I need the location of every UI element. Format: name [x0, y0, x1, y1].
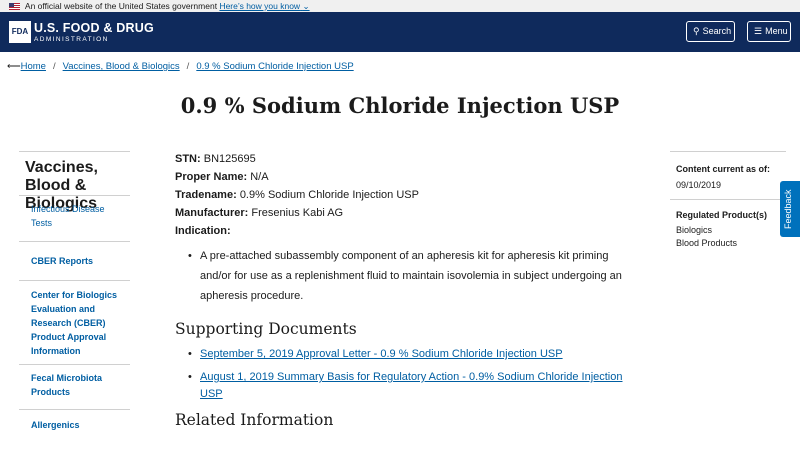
nav-item-cber-approval-info[interactable]: Center for Biologics Evaluation and Rese…	[19, 280, 130, 364]
related-information-heading: Related Information	[175, 411, 334, 429]
chevron-down-icon: ⌄	[302, 1, 310, 11]
summary-basis-link[interactable]: August 1, 2019 Summary Basis for Regulat…	[200, 371, 623, 400]
nav-item-infectious-disease-tests[interactable]: Infectious Disease Tests	[19, 195, 130, 241]
stn-value: BN125695	[203, 153, 256, 165]
breadcrumb-current[interactable]: 0.9 % Sodium Chloride Injection USP	[196, 61, 353, 72]
proper-name-field: Proper Name: N/A	[175, 168, 635, 186]
hamburger-icon: ☰	[754, 26, 763, 36]
us-flag-icon	[9, 3, 20, 10]
list-item: September 5, 2019 Approval Letter - 0.9 …	[188, 346, 635, 363]
back-arrow-icon: ⟵	[7, 61, 21, 72]
menu-button-label: Menu	[765, 26, 788, 36]
indication-list: A pre-attached subassembly component of …	[188, 246, 635, 306]
fda-logo[interactable]: FDA	[9, 21, 31, 43]
supporting-documents-list: September 5, 2019 Approval Letter - 0.9 …	[188, 346, 635, 403]
tradename-label: Tradename:	[175, 189, 237, 201]
proper-name-value: N/A	[250, 171, 269, 183]
search-icon: ⚲	[693, 26, 700, 36]
content-info-panel: Content current as of: 09/10/2019 Regula…	[670, 151, 786, 250]
stn-field: STN: BN125695	[175, 150, 635, 168]
list-item: August 1, 2019 Summary Basis for Regulat…	[188, 369, 635, 403]
nav-item-allergenics[interactable]: Allergenics	[19, 409, 130, 439]
site-subtitle[interactable]: ADMINISTRATION	[34, 36, 109, 43]
breadcrumb-separator: /	[52, 61, 56, 72]
main-content: STN: BN125695 Proper Name: N/A Tradename…	[175, 150, 635, 429]
gov-banner-text: An official website of the United States…	[24, 1, 218, 11]
site-header: FDA U.S. FOOD & DRUG ADMINISTRATION ⚲ Sea…	[0, 12, 800, 52]
breadcrumb-separator: /	[186, 61, 190, 72]
nav-item-fecal-microbiota[interactable]: Fecal Microbiota Products	[19, 364, 130, 409]
breadcrumb: ⟵Home / Vaccines, Blood & Biologics / 0.9 % …	[7, 61, 354, 72]
content-date: 09/10/2019	[670, 178, 786, 200]
breadcrumb-home[interactable]: Home	[21, 61, 46, 72]
indication-label: Indication:	[175, 225, 231, 237]
breadcrumb-vaccines[interactable]: Vaccines, Blood & Biologics	[63, 61, 180, 72]
supporting-documents-heading: Supporting Documents	[175, 320, 357, 338]
indication-field: Indication:	[175, 222, 635, 240]
section-nav: Vaccines, Blood & Biologics Infectious D…	[19, 151, 130, 439]
site-title[interactable]: U.S. FOOD & DRUG	[34, 21, 154, 35]
regulated-product-biologics: Biologics	[676, 225, 713, 235]
search-button[interactable]: ⚲ Search	[686, 21, 735, 42]
how-you-know-link[interactable]: Here’s how you know ⌄	[219, 1, 309, 11]
feedback-label: Feedback	[783, 189, 793, 229]
menu-button[interactable]: ☰ Menu	[747, 21, 791, 42]
manufacturer-field: Manufacturer: Fresenius Kabi AG	[175, 204, 635, 222]
regulated-product-blood: Blood Products	[676, 238, 738, 248]
feedback-tab[interactable]: Feedback	[780, 181, 800, 237]
search-button-label: Search	[702, 26, 732, 36]
nav-item-cber-reports[interactable]: CBER Reports	[19, 241, 130, 280]
tradename-field: Tradename: 0.9% Sodium Chloride Injectio…	[175, 186, 635, 204]
gov-banner: An official website of the United States…	[0, 0, 800, 12]
stn-label: STN:	[175, 153, 201, 165]
tradename-value: 0.9% Sodium Chloride Injection USP	[239, 189, 419, 201]
page-title: 0.9 % Sodium Chloride Injection USP	[180, 93, 620, 118]
nav-current-section[interactable]: Vaccines, Blood & Biologics	[19, 151, 130, 212]
manufacturer-label: Manufacturer:	[175, 207, 249, 219]
regulated-products-label: Regulated Product(s)	[676, 210, 768, 220]
indication-text: A pre-attached subassembly component of …	[188, 246, 635, 306]
proper-name-label: Proper Name:	[175, 171, 248, 183]
content-current-label: Content current as of:	[676, 164, 771, 174]
approval-letter-link[interactable]: September 5, 2019 Approval Letter - 0.9 …	[200, 348, 563, 360]
manufacturer-value: Fresenius Kabi AG	[251, 207, 344, 219]
